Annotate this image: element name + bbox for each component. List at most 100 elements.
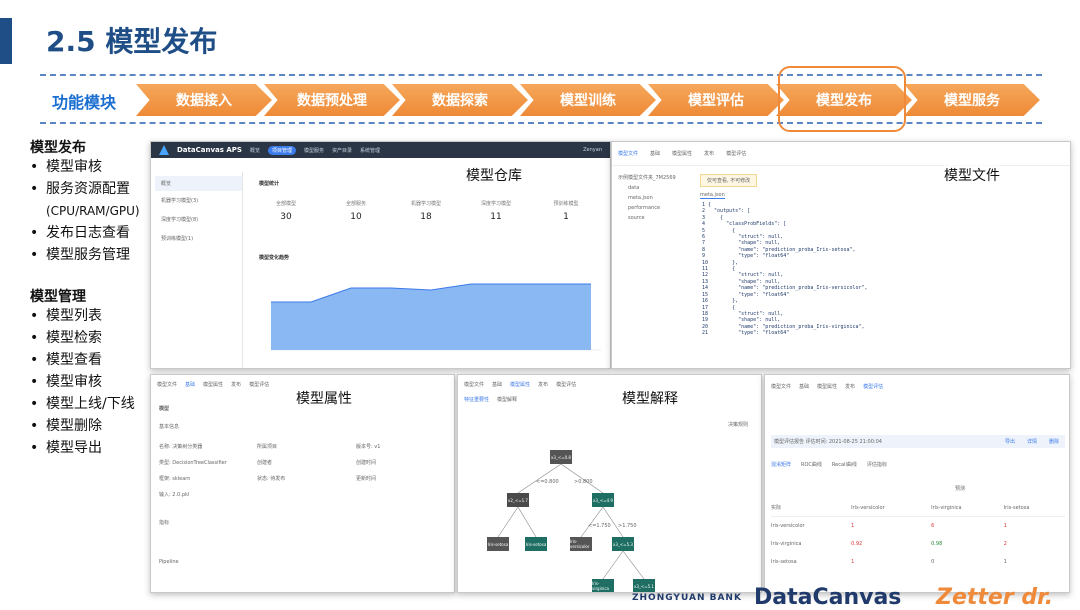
tree-item[interactable]: performance <box>618 203 698 213</box>
nav-model-service[interactable]: 模型服务 <box>304 147 324 154</box>
edge-label: <=1.750 <box>588 523 611 529</box>
tree-root[interactable]: 示例模型文件夹_7M2569 <box>618 172 698 183</box>
flow-step-data-ingest[interactable]: 数据接入 <box>136 84 272 116</box>
flow-step-explore[interactable]: 数据探索 <box>392 84 528 116</box>
table-row: Iris-setosa 1 0 1 <box>771 559 1007 565</box>
tree-node[interactable]: x2_<=1.7 <box>507 493 529 507</box>
tab-basic[interactable]: 基础 <box>185 381 195 388</box>
tab-model-file[interactable]: 模型文件 <box>618 150 638 157</box>
tree-leaf[interactable]: x3_<=5.1 <box>633 579 655 592</box>
tab-basic[interactable]: 基础 <box>650 150 660 157</box>
tree-leaf[interactable]: Iris-versicolor <box>570 537 592 551</box>
tab-eval[interactable]: 模型评估 <box>863 383 883 390</box>
label-model-files: 模型文件 <box>944 165 1000 185</box>
tab-publish[interactable]: 发布 <box>845 383 855 390</box>
repo-sidebar: 概览 机器学习模型(3) 深度学习模型(8) 预训练模型(1) <box>155 172 243 368</box>
tree-item[interactable]: meta.json <box>618 193 698 203</box>
edge-label: >0.800 <box>574 479 593 485</box>
list-item: 发布日志查看 <box>30 222 140 244</box>
sidebar-item-pretrained[interactable]: 预训练模型(1) <box>155 229 242 248</box>
logo-icon <box>159 145 169 155</box>
stat-ml-models: 机器学习模型 18 <box>410 201 441 222</box>
props-col2: 所属项目 创建者 状态: 待发布 <box>257 444 286 482</box>
delete-button[interactable]: 删除 <box>1049 438 1059 445</box>
list-item: 模型审核 <box>30 156 140 178</box>
tree-node[interactable]: x3_<=5.3 <box>612 537 634 551</box>
edge-label: >1.750 <box>618 523 637 529</box>
tree-node[interactable]: x3_<=4.9 <box>592 493 614 507</box>
readonly-notice: 仅可查看, 不可修改 <box>700 174 758 187</box>
stat-pretrained: 预训练模型 1 <box>553 201 579 222</box>
screenshot-model-explain: 模型文件 基础 模型属性 发布 模型评估 特征重要性 模型解释 决策规则 x3_… <box>457 374 762 593</box>
props-row: 名称: 决策树分类器 <box>159 444 203 450</box>
props-row: 模型 <box>159 406 170 412</box>
sidebar-item-overview[interactable]: 概览 <box>155 176 242 191</box>
label-model-props: 模型属性 <box>296 388 352 408</box>
trend-title: 模型变化趋势 <box>259 255 290 261</box>
props-col3: 版本号: v1 创建时间 更新时间 <box>356 444 381 482</box>
module-flow: 数据接入 数据预处理 数据探索 模型训练 模型评估 模型发布 模型服务 <box>136 84 1042 116</box>
tab-model-file[interactable]: 模型文件 <box>771 383 791 390</box>
props-row: 基本信息 <box>159 424 180 430</box>
list-item: 模型查看 <box>30 349 135 371</box>
subtab-metrics[interactable]: 评估指标 <box>867 461 887 468</box>
sidebar-item-ml[interactable]: 机器学习模型(3) <box>155 191 242 210</box>
current-step-highlight <box>778 66 906 132</box>
tab-attrs[interactable]: 模型属性 <box>203 381 223 388</box>
list-item: 模型导出 <box>30 437 135 459</box>
tree-node-root[interactable]: x3_<=0.8 <box>550 450 572 464</box>
edge-label: <=0.800 <box>536 479 559 485</box>
footer-partner-logo: Zetter dr. <box>936 585 1054 610</box>
export-button[interactable]: 导出 <box>1005 438 1015 445</box>
subtab-recall[interactable]: Recall曲线 <box>832 461 857 468</box>
flow-step-service[interactable]: 模型服务 <box>904 84 1040 116</box>
tab-publish[interactable]: 发布 <box>704 150 714 157</box>
flow-step-train[interactable]: 模型训练 <box>520 84 656 116</box>
detail-button[interactable]: 详情 <box>1027 438 1037 445</box>
app-topbar: DataCanvas APS 概览 项目管理 模型服务 资产目录 系统管理 Ze… <box>151 142 610 158</box>
label-model-explain: 模型解释 <box>622 388 678 408</box>
title-accent-bar <box>0 18 12 64</box>
tree-leaf[interactable]: Iris-virginica <box>592 579 614 592</box>
tree-item[interactable]: data <box>618 183 698 193</box>
list-item: 模型服务管理 <box>30 244 140 266</box>
list-item: 服务资源配置 <box>30 178 140 200</box>
confusion-matrix: 实际 Iris-versicolor Iris-virginica Iris-s… <box>771 499 1065 571</box>
file-tab-meta[interactable]: meta.json <box>700 192 725 199</box>
flow-step-preprocess[interactable]: 数据预处理 <box>264 84 400 116</box>
list-item: 模型上线/下线 <box>30 393 135 415</box>
nav-project[interactable]: 项目管理 <box>267 145 296 155</box>
sidebar-item-dl[interactable]: 深度学习模型(8) <box>155 210 242 229</box>
user-name[interactable]: Zenyan <box>583 147 602 153</box>
nav-asset[interactable]: 资产目录 <box>332 147 352 154</box>
list-item: (CPU/RAM/GPU) <box>46 204 140 218</box>
tab-eval[interactable]: 模型评估 <box>726 150 746 157</box>
tree-leaf[interactable]: Iris-setosa <box>487 537 509 551</box>
stat-all-models: 全部模型 30 <box>275 201 296 222</box>
matrix-top-label: 预测 <box>955 486 966 492</box>
subtab-confusion[interactable]: 混淆矩阵 <box>771 461 791 468</box>
screenshot-model-files: 模型文件 基础 模型属性 发布 模型评估 示例模型文件夹_7M2569 data… <box>611 141 1071 369</box>
module-label: 功能模块 <box>52 93 117 112</box>
label-model-repo: 模型仓库 <box>466 165 522 185</box>
tab-model-file[interactable]: 模型文件 <box>157 381 177 388</box>
nav-system[interactable]: 系统管理 <box>360 147 380 154</box>
tree-item[interactable]: source <box>618 213 698 223</box>
tab-attrs[interactable]: 模型属性 <box>817 383 837 390</box>
tab-eval[interactable]: 模型评估 <box>249 381 269 388</box>
stat-dl-models: 深度学习模型 11 <box>480 201 511 222</box>
tab-attrs[interactable]: 模型属性 <box>672 150 692 157</box>
flow-step-evaluate[interactable]: 模型评估 <box>648 84 784 116</box>
list-item: 模型删除 <box>30 415 135 437</box>
nav-overview[interactable]: 概览 <box>250 147 260 154</box>
table-row: Iris-versicolor 1 6 1 <box>771 523 1007 529</box>
subtab-roc[interactable]: ROC曲线 <box>801 461 822 468</box>
section-publish-title: 模型发布 <box>30 140 86 156</box>
tree-leaf[interactable]: Iris-setosa <box>525 537 547 551</box>
code-editor[interactable]: 1 { 2 "outputs": [ 3 { 4 "classProbField… <box>702 202 868 337</box>
section-manage-title: 模型管理 <box>30 289 86 305</box>
tab-publish[interactable]: 发布 <box>231 381 241 388</box>
eval-info: 模型评估报告 评估时间: 2021-08-25 21:00:04 <box>774 439 882 445</box>
tab-basic[interactable]: 基础 <box>799 383 809 390</box>
file-tree: 示例模型文件夹_7M2569 data meta.json performanc… <box>618 172 698 223</box>
